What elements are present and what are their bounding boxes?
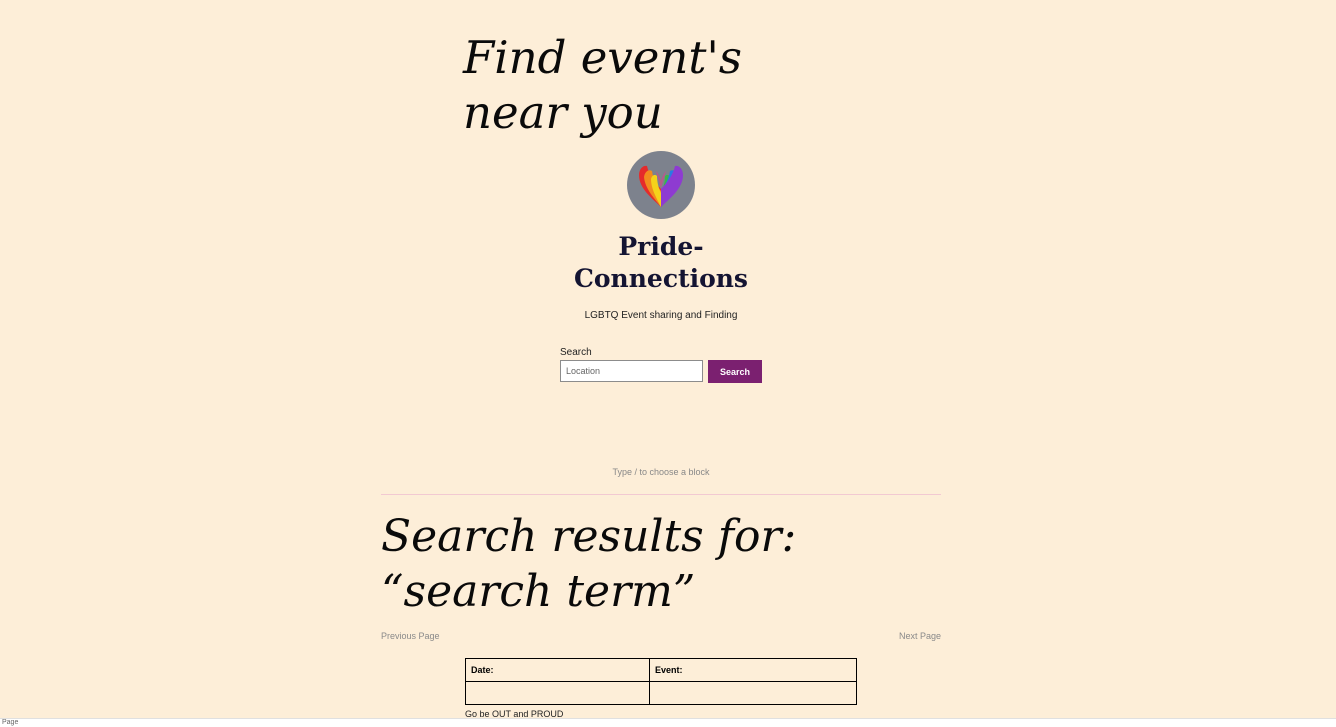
table-header-date: Date: [465,658,650,682]
next-page-link[interactable]: Next Page [880,631,941,641]
hero-title: Find event's near you [463,31,742,139]
rainbow-heart-icon [639,165,683,207]
site-tagline: LGBTQ Event sharing and Finding [584,310,738,321]
editor-status-bar: Page [0,718,1336,727]
table-header-row: Date: Event: [465,658,857,682]
divider [381,494,941,495]
table-cell-event[interactable] [649,681,857,705]
events-table: Date: Event: [465,658,857,705]
block-inserter-hint[interactable]: Type / to choose a block [540,467,782,477]
site-logo[interactable] [627,151,695,219]
table-row [465,681,857,705]
site-title[interactable]: Pride-Connections [560,231,762,295]
previous-page-link[interactable]: Previous Page [381,631,440,641]
search-input[interactable] [560,360,703,382]
page: Find event's near you Pride-Connections … [0,0,1336,727]
search-label: Search [560,347,592,358]
search-results-title: Search results for: “search term” [381,511,797,617]
table-cell-date[interactable] [465,681,650,705]
table-header-event: Event: [649,658,857,682]
breadcrumb[interactable]: Page [2,719,18,727]
search-button[interactable]: Search [708,360,762,383]
